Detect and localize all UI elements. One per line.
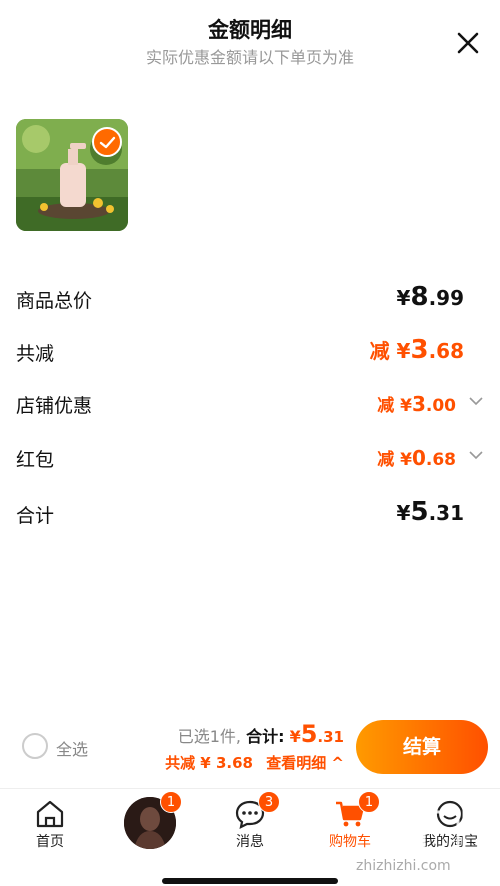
tab-home[interactable]: 首页 (0, 789, 100, 859)
modal-header: 金额明细 实际优惠金额请以下单页为准 (0, 0, 500, 86)
total-integer: 5 (300, 720, 318, 748)
discount-summary: 共减 ¥ 3.68 查看明细 ^ (165, 752, 344, 773)
row-amount: 减 ¥0.68 (377, 446, 456, 470)
select-all-label[interactable]: 全选 (56, 736, 88, 760)
checkout-summary: 已选1件, 合计: ¥5.31 (178, 720, 344, 748)
checkout-bar: 全选 已选1件, 合计: ¥5.31 共减 ¥ 3.68 查看明细 ^ 结算 (0, 706, 500, 788)
row-label: 合计 (16, 505, 55, 527)
total-decimal: .31 (317, 728, 344, 746)
tab-profile[interactable]: 我的淘宝 (400, 789, 500, 859)
row-amount: ¥5.31 (396, 497, 464, 527)
home-icon (34, 799, 66, 829)
price-row-total: 合计 ¥5.31 (16, 493, 484, 533)
select-all-radio[interactable] (22, 733, 48, 759)
discount-text: 共减 ¥ 3.68 (165, 754, 253, 772)
bottom-tab-bar: 首页 1 3 消息 1 购物车 我的淘宝 (0, 788, 500, 886)
tab-messages[interactable]: 3 消息 (200, 789, 300, 859)
tab-label: 首页 (36, 834, 64, 850)
price-row-red-packet[interactable]: 红包 减 ¥0.68 (16, 437, 484, 477)
tab-label: 购物车 (329, 834, 371, 850)
modal-title: 金额明细 (208, 18, 292, 42)
chevron-down-icon[interactable] (468, 447, 484, 463)
message-badge: 3 (258, 791, 280, 813)
selected-count: 已选1件, (177, 727, 241, 746)
tab-label: 消息 (236, 834, 264, 850)
price-row-subtotal: 商品总价 ¥8.99 (16, 278, 484, 318)
modal-subtitle: 实际优惠金额请以下单页为准 (145, 48, 354, 67)
row-label: 共减 (16, 343, 55, 365)
tab-label: 我的淘宝 (422, 834, 478, 850)
row-label: 红包 (16, 449, 55, 471)
profile-icon (434, 799, 466, 829)
chevron-down-icon[interactable] (468, 393, 484, 409)
total-currency: ¥ (289, 727, 301, 746)
row-label: 店铺优惠 (16, 395, 93, 417)
view-details-link[interactable]: 查看明细 ^ (266, 754, 344, 772)
price-row-shop-discount[interactable]: 店铺优惠 减 ¥3.00 (16, 383, 484, 423)
tab-cart[interactable]: 1 购物车 (300, 789, 400, 859)
total-label: 合计: (246, 727, 285, 746)
product-thumbnail[interactable] (16, 119, 128, 231)
close-icon[interactable] (454, 29, 482, 57)
row-amount: 减 ¥3.68 (369, 335, 464, 365)
avatar-badge: 1 (160, 791, 182, 813)
cart-badge: 1 (358, 791, 380, 813)
price-row-total-discount: 共减 减 ¥3.68 (16, 331, 484, 371)
home-indicator (162, 878, 338, 884)
checkout-button[interactable]: 结算 (356, 720, 488, 774)
selected-check-icon[interactable] (92, 127, 122, 157)
row-label: 商品总价 (16, 290, 93, 312)
row-amount: ¥8.99 (396, 282, 464, 312)
row-amount: 减 ¥3.00 (377, 392, 456, 416)
